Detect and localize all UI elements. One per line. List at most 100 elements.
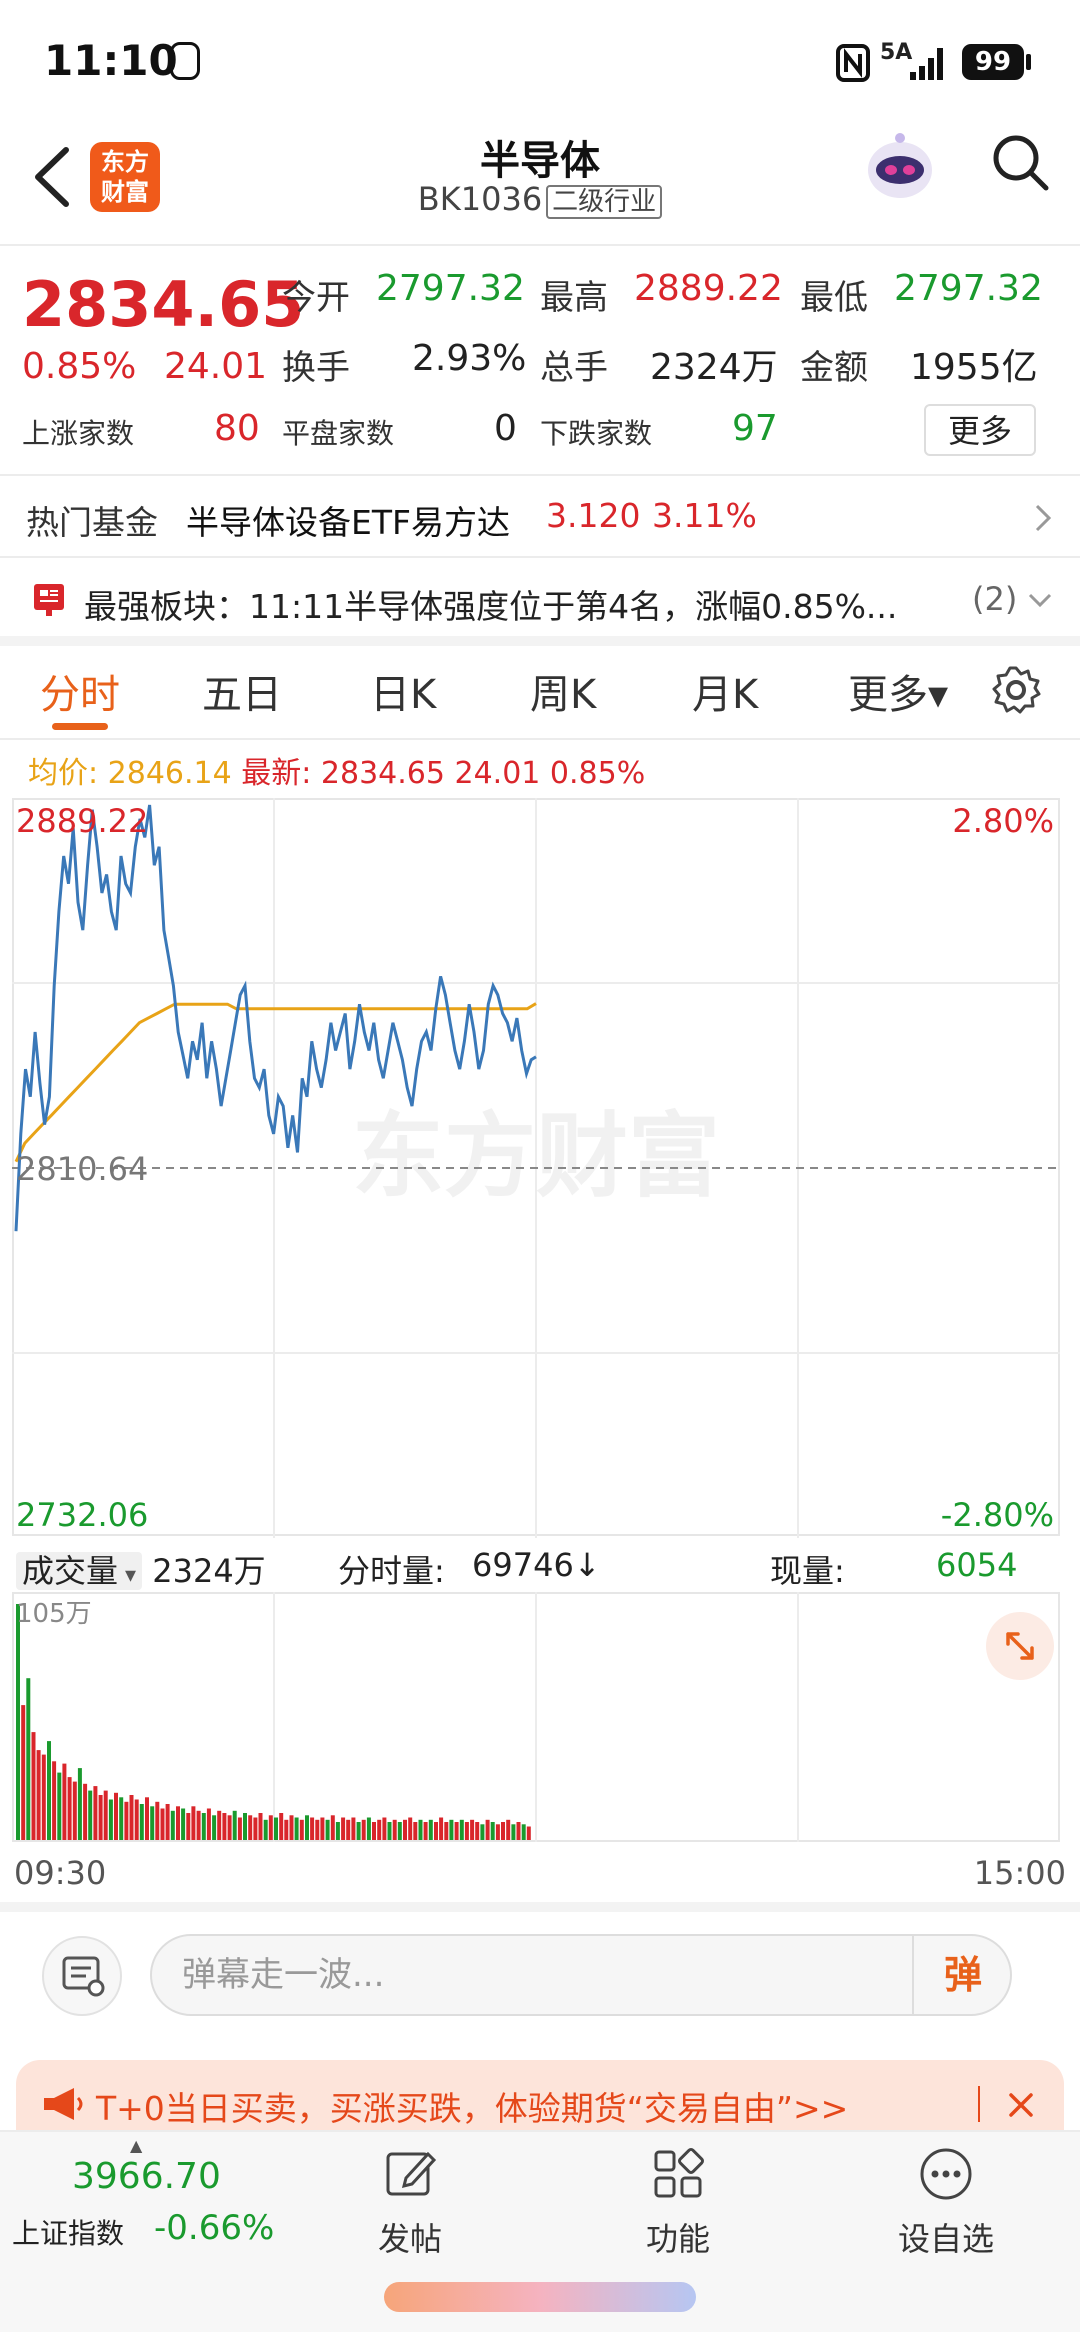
key-status-icon xyxy=(170,42,200,80)
volume-bar xyxy=(150,1806,155,1840)
expand-icon[interactable] xyxy=(986,1612,1054,1680)
volume-bar xyxy=(47,1741,51,1840)
divider xyxy=(0,738,1080,740)
volume-bar xyxy=(356,1822,361,1840)
volume-bar xyxy=(16,1604,20,1840)
y-max-label: 2889.22 xyxy=(16,802,148,840)
volume-bar xyxy=(93,1786,98,1840)
tab-daily-k[interactable]: 日K xyxy=(370,662,436,720)
hot-fund-label: 热门基金 xyxy=(26,503,158,542)
volume-bar xyxy=(196,1810,201,1840)
volume-bar xyxy=(176,1806,180,1840)
volume-bar xyxy=(62,1763,67,1840)
battery-icon: 99 xyxy=(962,44,1024,80)
home-indicator[interactable] xyxy=(384,2282,696,2312)
volume-bar xyxy=(201,1813,206,1840)
nav-functions[interactable]: 功能 xyxy=(598,2142,758,2262)
caret-down-icon: ▾ xyxy=(118,1563,137,1588)
volume-bar xyxy=(227,1815,232,1840)
nav-watchlist[interactable]: 设自选 xyxy=(866,2142,1026,2262)
y-mid-label: 2810.64 xyxy=(16,1150,148,1188)
volume-bar xyxy=(170,1810,175,1840)
open-label: 今开 xyxy=(282,278,350,318)
volume-bar xyxy=(346,1819,351,1840)
up-count: 80 xyxy=(214,408,260,449)
volume-bar xyxy=(139,1804,144,1840)
index-widget[interactable]: ▲ 3966.70 上证指数 -0.66% xyxy=(10,2136,280,2256)
minute-volume-value: 69746↓ xyxy=(472,1546,601,1584)
flat-count-label: 平盘家数 xyxy=(282,417,395,450)
volume-bar xyxy=(237,1817,242,1840)
volume-bar xyxy=(418,1819,423,1840)
volume-bar xyxy=(490,1822,495,1840)
amount-value: 1955亿 xyxy=(910,347,1038,388)
promo-text: T+0当日买卖，买涨买跌，体验期货“交易自由”>> xyxy=(96,2089,849,2128)
close-icon[interactable] xyxy=(1006,2090,1036,2120)
news-text: 最强板块：11:11半导体强度位于第4名，涨幅0.85%... xyxy=(84,587,898,626)
tab-more[interactable]: 更多▾ xyxy=(848,662,948,720)
danmu-input[interactable]: 弹幕走一波... xyxy=(150,1934,1012,2016)
nav-post[interactable]: 发帖 xyxy=(330,2142,490,2262)
flat-count: 0 xyxy=(494,408,517,449)
volume-bar xyxy=(36,1750,41,1840)
volume-bar xyxy=(26,1678,31,1840)
volume-selector[interactable]: 成交量 ▾ xyxy=(16,1552,143,1590)
volume-bar xyxy=(21,1705,26,1840)
volume-bar xyxy=(366,1817,371,1840)
signal-icon xyxy=(910,48,943,80)
volume-bar xyxy=(470,1819,475,1840)
status-time: 11:10 xyxy=(44,36,178,85)
change-amount: 24.01 xyxy=(164,346,268,387)
volume-bar xyxy=(464,1822,469,1840)
volume-bar xyxy=(485,1819,490,1840)
gear-icon[interactable] xyxy=(990,664,1042,716)
tab-intraday[interactable]: 分时 xyxy=(40,662,120,720)
tab-monthly-k[interactable]: 月K xyxy=(692,662,758,720)
volume-bar xyxy=(253,1817,258,1840)
volume-bar xyxy=(315,1819,320,1840)
volume-grid xyxy=(273,1592,799,1842)
news-row[interactable]: 最强板块：11:11半导体强度位于第4名，涨幅0.85%... (2) xyxy=(0,560,1080,640)
volume-bar xyxy=(274,1817,278,1840)
volume-bar xyxy=(294,1817,299,1840)
section-gap xyxy=(0,636,1080,646)
news-count: (2) xyxy=(972,580,1018,618)
minute-volume-label: 分时量: xyxy=(338,1552,445,1590)
volume-bar xyxy=(248,1815,253,1840)
volume-bar xyxy=(516,1822,521,1840)
sector-code: BK1036 xyxy=(417,180,543,218)
volume-bar xyxy=(165,1804,170,1840)
volume-chart[interactable]: 105万 xyxy=(12,1592,1060,1844)
volume-bar xyxy=(382,1817,387,1840)
volume-label: 总手 xyxy=(540,348,608,388)
robot-assistant-icon[interactable] xyxy=(858,126,942,210)
volume-bar xyxy=(108,1799,113,1840)
volume-bar xyxy=(506,1819,511,1840)
more-button[interactable]: 更多 xyxy=(924,404,1036,456)
promo-divider xyxy=(978,2086,980,2122)
volume-bar xyxy=(232,1810,237,1840)
tab-weekly-k[interactable]: 周K xyxy=(530,662,596,720)
danmu-send-button[interactable]: 弹 xyxy=(912,1934,1012,2016)
volume-bar xyxy=(41,1754,46,1840)
volume-bar xyxy=(408,1817,413,1840)
intraday-chart[interactable]: 东方财富 2889.22 2.80% 2810.64 2732.06 -2.80… xyxy=(12,798,1060,1538)
nav-functions-label: 功能 xyxy=(645,2220,710,2258)
sector-tag: 二级行业 xyxy=(546,185,663,219)
volume-bar xyxy=(191,1806,196,1840)
volume-bar xyxy=(495,1824,500,1840)
volume-bar xyxy=(212,1815,217,1840)
tab-five-day[interactable]: 五日 xyxy=(202,662,282,720)
hot-fund-row[interactable]: 热门基金 半导体设备ETF易方达 3.120 3.11% xyxy=(0,476,1080,556)
volume-bar xyxy=(88,1790,93,1840)
search-icon[interactable] xyxy=(990,132,1052,194)
down-count-label: 下跌家数 xyxy=(540,417,653,450)
volume-bar xyxy=(129,1795,134,1840)
volume-header: 成交量 ▾ 2324万 xyxy=(16,1546,266,1592)
chevron-down-icon[interactable] xyxy=(1026,590,1054,610)
danmu-settings-icon[interactable] xyxy=(42,1936,122,2016)
chart-legend: 均价: 2846.14 最新: 2834.65 24.01 0.85% xyxy=(28,748,645,792)
volume-bar xyxy=(114,1792,118,1840)
volume-bar xyxy=(428,1819,433,1840)
volume-bar xyxy=(284,1819,289,1840)
